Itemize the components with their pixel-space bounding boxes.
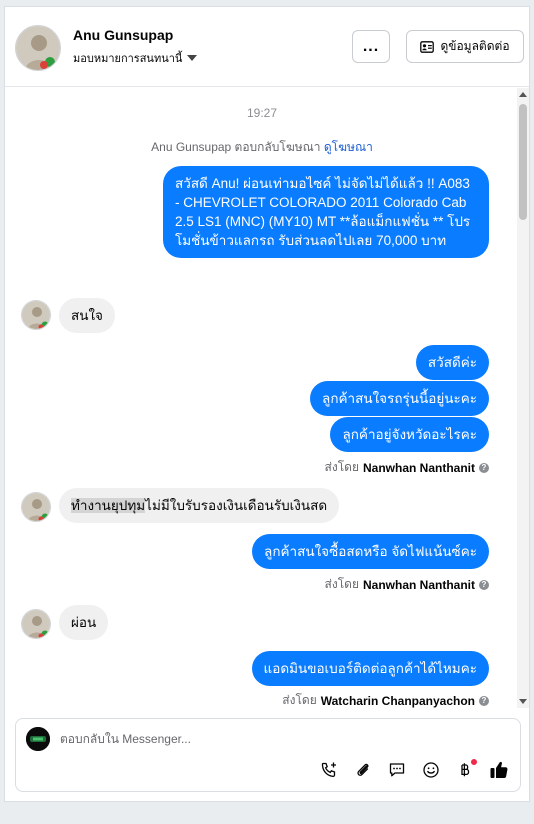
message-timestamp: 19:27 [246,106,278,120]
contact-avatar-small[interactable] [21,492,51,522]
sent-by-label: ส่งโดย Nanwhan Nanthanit ? [325,575,489,594]
call-icon[interactable] [318,759,340,781]
outgoing-message: ลูกค้าสนใจรถรุ่นนี้อยู่นะคะ [310,381,489,416]
chevron-down-icon [187,55,198,61]
outgoing-message: สวัสดี Anu! ผ่อนเท่ามอไซค์ ไม่จัดไม่ได้แ… [163,166,489,258]
message-text: ไม่มีใบรับรองเงินเดือนรับเงินสด [145,498,328,513]
contact-card-icon [420,40,435,53]
info-icon[interactable]: ? [479,462,489,473]
outgoing-message: ลูกค้าสนใจซื้อสดหรือ จัดไฟแน้นซ์คะ [252,534,489,569]
sent-by-label: ส่งโดย Watcharin Chanpanyachon ? [282,691,489,708]
conversation-header: Anu Gunsupap มอบหมายการสนทนานี้ ... ดูข้… [5,7,529,87]
composer-toolbar [318,759,510,781]
sender-name: Watcharin Chanpanyachon [320,693,475,708]
message-thread[interactable]: 19:27 Anu Gunsupap ตอบกลับโฆษณา ดูโฆษณา … [5,88,531,708]
attachment-icon[interactable] [352,759,374,781]
sent-by-prefix: ส่งโดย [324,577,359,591]
ad-reply-text: Anu Gunsupap ตอบกลับโฆษณา [151,140,321,154]
assign-conversation-dropdown[interactable]: มอบหมายการสนทนานี้ [73,49,198,67]
message-composer [15,718,521,792]
incoming-message: สนใจ [59,298,115,333]
view-contact-label: ดูข้อมูลติดต่อ [440,39,510,53]
info-icon[interactable]: ? [479,579,489,590]
outgoing-message: สวัสดีค่ะ [415,345,489,380]
sent-by-label: ส่งโดย Nanwhan Nanthanit ? [325,458,489,477]
assign-label: มอบหมายการสนทนานี้ [73,53,183,65]
contact-avatar[interactable] [15,25,61,71]
like-icon[interactable] [488,759,510,781]
contact-avatar-small[interactable] [21,300,51,330]
reply-input[interactable] [60,729,500,749]
more-options-button[interactable]: ... [352,30,390,63]
scroll-thumb[interactable] [519,104,527,220]
baht-icon[interactable] [454,759,477,781]
info-icon[interactable]: ? [479,695,489,706]
sender-name: Nanwhan Nanthanit [362,577,475,592]
conversation-panel: Anu Gunsupap มอบหมายการสนทนานี้ ... ดูข้… [4,6,530,802]
sent-by-prefix: ส่งโดย [282,693,317,707]
sender-name: Nanwhan Nanthanit [362,460,475,475]
incoming-message: ผ่อน [59,605,109,640]
sent-by-prefix: ส่งโดย [324,460,359,474]
notification-dot [471,759,477,765]
view-contact-button[interactable]: ดูข้อมูลติดต่อ [406,30,524,63]
scroll-up-arrow-icon[interactable] [519,92,527,97]
outgoing-message: แอดมินขอเบอร์ติดต่อลูกค้าได้ไหมคะ [251,651,489,686]
highlighted-text: ทำงานยุปทุม [71,498,146,513]
view-ad-link[interactable]: ดูโฆษณา [324,140,373,154]
incoming-message: ทำงานยุปทุมไม่มีใบรับรองเงินเดือนรับเงิน… [59,488,340,523]
message-icon[interactable] [386,759,408,781]
scroll-down-arrow-icon[interactable] [519,699,527,704]
outgoing-message: ลูกค้าอยู่จังหวัดอะไรคะ [330,417,489,452]
ad-reply-notice: Anu Gunsupap ตอบกลับโฆษณา ดูโฆษณา [5,138,519,157]
thread-scrollbar[interactable] [517,88,529,708]
emoji-icon[interactable] [420,759,442,781]
more-icon: ... [362,37,380,55]
contact-avatar-small[interactable] [21,609,51,639]
page-avatar [26,727,50,751]
contact-name: Anu Gunsupap [73,27,174,43]
